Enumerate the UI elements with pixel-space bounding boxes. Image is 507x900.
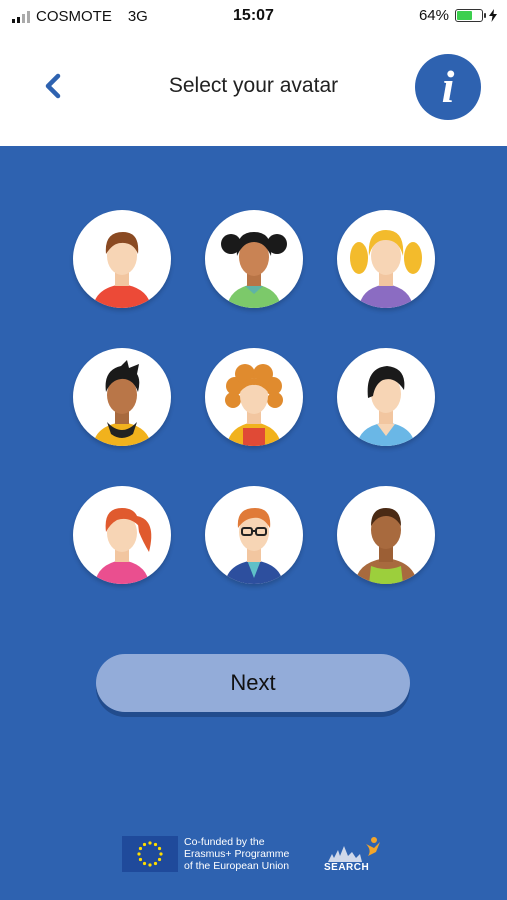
info-button[interactable]: i	[415, 54, 481, 120]
eu-funding-text: Co-funded by the Erasmus+ Programme of t…	[184, 836, 314, 872]
eu-star	[142, 861, 147, 866]
avatar-boy-brown-hair[interactable]	[73, 210, 171, 308]
avatar-boy-black-hair-blue-shirt[interactable]	[337, 348, 435, 446]
eu-star	[148, 863, 152, 867]
avatar-girl-black-pigtails[interactable]	[205, 210, 303, 308]
info-icon: i	[441, 61, 455, 112]
eu-star	[142, 842, 147, 847]
status-bar: COSMOTE 3G 15:07 64%	[0, 0, 507, 34]
eu-line-1: Co-funded by the	[184, 836, 265, 848]
avatar-boy-black-spiky-hair[interactable]	[73, 348, 171, 446]
battery-percent: 64%	[418, 7, 449, 24]
eu-star	[138, 846, 143, 851]
eu-star	[157, 857, 162, 862]
battery-info: 64%	[419, 7, 497, 24]
eu-star	[157, 846, 162, 851]
avatar-girl-curly-orange-hair[interactable]	[205, 348, 303, 446]
search-label: SEARCH	[324, 862, 370, 873]
avatar-girl-red-ponytail[interactable]	[73, 486, 171, 584]
charging-bolt-icon	[489, 9, 497, 22]
avatar-girl-blonde-pigtails[interactable]	[337, 210, 435, 308]
battery-icon	[455, 9, 486, 22]
app-header: Select your avatar i	[0, 34, 507, 146]
footer: Co-funded by the Erasmus+ Programme of t…	[0, 826, 507, 886]
next-button[interactable]: Next	[96, 654, 410, 712]
eu-line-2: Erasmus+ Programme	[184, 848, 290, 860]
eu-star	[153, 842, 158, 847]
eu-star	[153, 861, 158, 866]
avatar-boy-glasses-ginger[interactable]	[205, 486, 303, 584]
eu-star	[137, 852, 141, 856]
eu-flag-icon	[122, 836, 178, 872]
eu-star	[148, 841, 152, 845]
avatar-man-short-hair-tank-top[interactable]	[337, 486, 435, 584]
eu-star	[138, 857, 143, 862]
eu-star	[159, 852, 163, 856]
eu-line-3: of the European Union	[184, 860, 290, 872]
